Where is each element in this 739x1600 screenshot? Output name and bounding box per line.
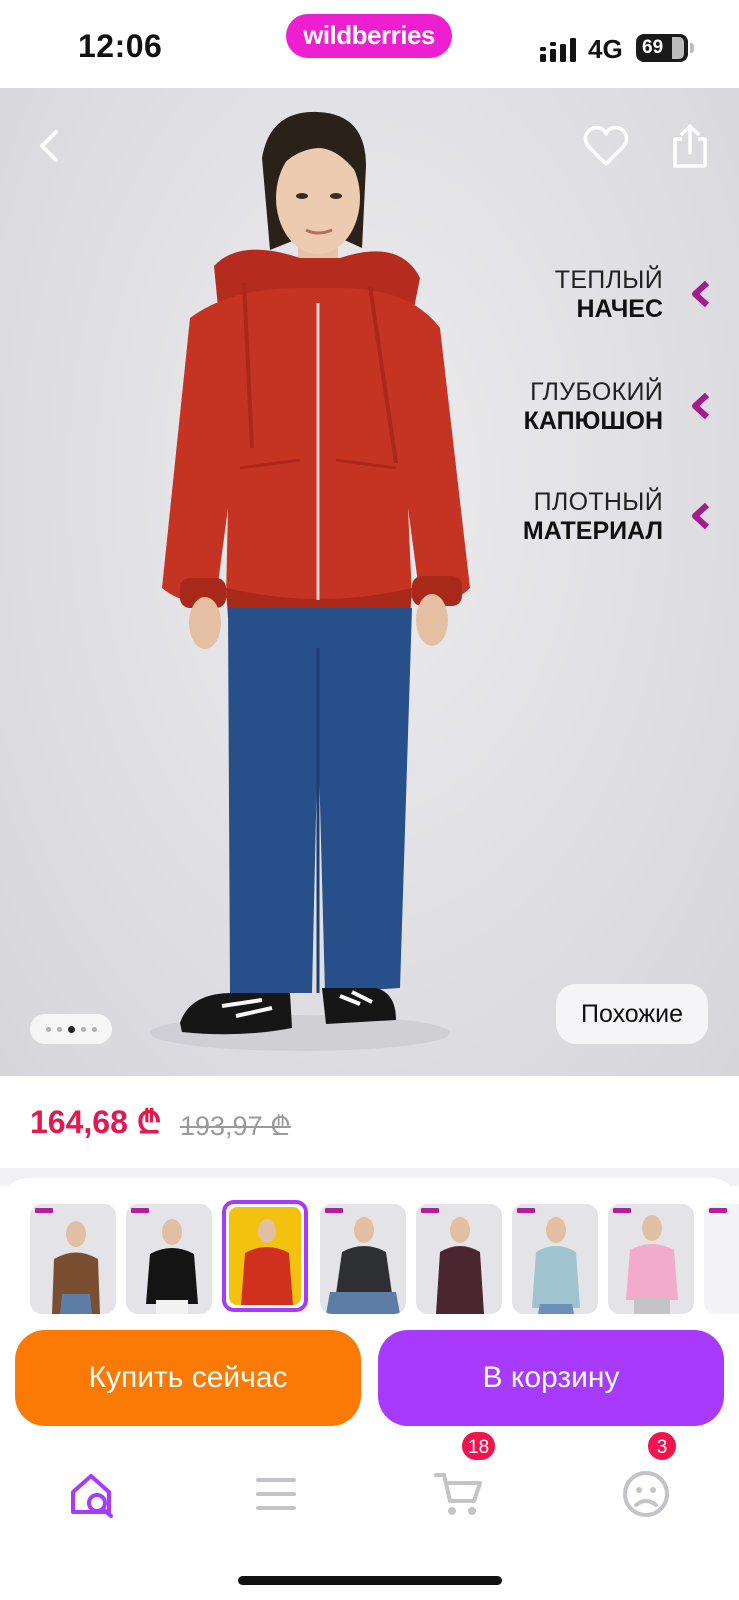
network-type: 4G: [588, 34, 623, 64]
variant-thumb-brown[interactable]: [30, 1204, 116, 1314]
bottom-tab-bar: 18 3: [0, 1430, 739, 1546]
pagination-dot: [80, 1026, 86, 1032]
current-price: 164,68 ₾: [30, 1104, 162, 1140]
feature-line1: ПЛОТНЫЙ: [533, 488, 663, 516]
home-search-icon: [71, 1474, 113, 1518]
pagination-dot: [45, 1026, 51, 1032]
status-time: 12:06: [78, 28, 163, 64]
profile-badge: 3: [646, 1430, 678, 1462]
menu-icon: [256, 1478, 296, 1510]
variant-thumb-red[interactable]: [222, 1200, 308, 1312]
favorite-button[interactable]: [578, 118, 634, 174]
chevron-left-icon: [692, 502, 710, 530]
add-to-cart-button[interactable]: В корзину: [378, 1330, 724, 1426]
feature-line1: ТЕПЛЫЙ: [554, 266, 663, 294]
price-section: 164,68 ₾ 193,97 ₾: [0, 1076, 739, 1168]
feature-warm-fleece: ТЕПЛЫЙ НАЧЕС: [455, 266, 715, 324]
pagination-dot: [56, 1026, 62, 1032]
similar-button[interactable]: Похожие: [556, 984, 708, 1044]
variant-thumb-plum[interactable]: [416, 1204, 502, 1314]
tab-home[interactable]: [62, 1464, 122, 1524]
share-button[interactable]: [662, 118, 718, 174]
product-photo: [150, 111, 470, 1051]
variant-thumb-white[interactable]: [704, 1204, 739, 1314]
variant-thumb-black[interactable]: [126, 1204, 212, 1314]
color-variants: [0, 1178, 739, 1318]
old-price: 193,97 ₾: [180, 1111, 291, 1141]
share-icon: [673, 124, 707, 168]
variant-thumb-dark-gray[interactable]: [320, 1204, 406, 1314]
battery-level: 69: [642, 37, 664, 58]
status-bar: 12:06 wildberries 4G 69: [0, 0, 739, 88]
pagination-dot: [91, 1026, 97, 1032]
chevron-left-icon: [692, 392, 710, 420]
chevron-left-icon: [40, 130, 58, 162]
home-indicator[interactable]: [238, 1576, 502, 1585]
variant-thumb-pink[interactable]: [608, 1204, 694, 1314]
feature-dense-material: ПЛОТНЫЙ МАТЕРИАЛ: [455, 488, 715, 546]
product-image-gallery[interactable]: ТЕПЛЫЙ НАЧЕС ГЛУБОКИЙ КАПЮШОН ПЛОТНЫЙ МА…: [0, 88, 739, 1076]
feature-line2: НАЧЕС: [576, 295, 664, 323]
chevron-left-icon: [692, 280, 710, 308]
battery-icon: 69: [636, 34, 688, 62]
tab-profile[interactable]: [616, 1464, 676, 1524]
brand-logo: wildberries: [286, 14, 452, 58]
tab-catalog[interactable]: [246, 1464, 306, 1524]
signal-icon: [540, 38, 576, 62]
feature-line2: КАПЮШОН: [523, 407, 663, 435]
gallery-pagination[interactable]: [30, 1014, 112, 1044]
feature-line2: МАТЕРИАЛ: [522, 517, 663, 545]
cart-icon: [434, 1473, 482, 1515]
heart-icon: [583, 125, 629, 166]
profile-icon: [623, 1471, 669, 1517]
buy-now-button[interactable]: Купить сейчас: [15, 1330, 361, 1426]
feature-line1: ГЛУБОКИЙ: [530, 378, 663, 406]
feature-deep-hood: ГЛУБОКИЙ КАПЮШОН: [455, 378, 715, 436]
tab-cart[interactable]: [428, 1464, 488, 1524]
variant-thumb-light-blue[interactable]: [512, 1204, 598, 1314]
cart-badge: 18: [460, 1430, 498, 1462]
pagination-dot-active: [67, 1025, 75, 1033]
back-button[interactable]: [20, 118, 76, 174]
